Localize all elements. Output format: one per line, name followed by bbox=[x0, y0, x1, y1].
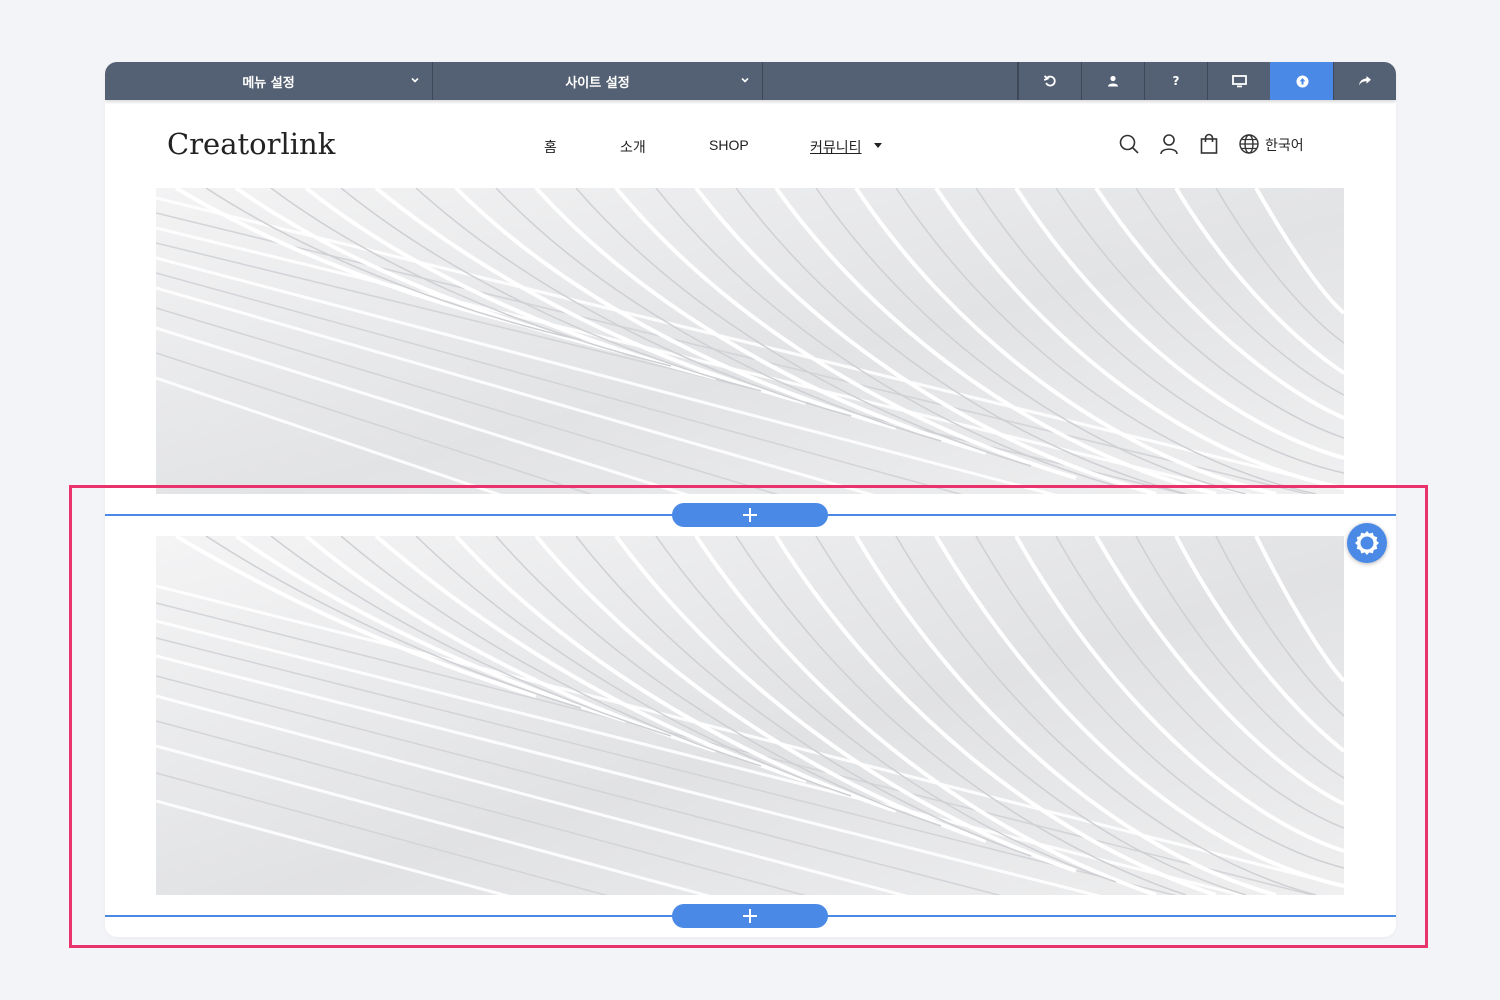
toolbar-spacer bbox=[763, 62, 1018, 100]
language-selector[interactable]: 한국어 bbox=[1265, 135, 1304, 155]
gear-icon bbox=[1355, 531, 1379, 555]
hero-image-top[interactable] bbox=[156, 188, 1344, 494]
menu-settings-label: 메뉴 설정 bbox=[242, 75, 295, 91]
help-icon: ? bbox=[1172, 74, 1180, 88]
abstract-lines-image bbox=[156, 536, 1344, 895]
upload-icon bbox=[1296, 75, 1308, 87]
abstract-lines-image bbox=[156, 188, 1344, 494]
publish-button[interactable] bbox=[1270, 62, 1333, 100]
nav-item-home[interactable]: 홈 bbox=[544, 137, 557, 157]
nav-item-about[interactable]: 소개 bbox=[620, 137, 646, 157]
caret-down-icon bbox=[874, 143, 882, 148]
nav-item-shop[interactable]: SHOP bbox=[709, 137, 749, 153]
account-button[interactable] bbox=[1081, 62, 1144, 100]
share-icon bbox=[1359, 76, 1371, 86]
site-settings-label: 사이트 설정 bbox=[565, 75, 630, 91]
plus-icon bbox=[743, 508, 757, 522]
share-button[interactable] bbox=[1333, 62, 1396, 100]
nav-item-community[interactable]: 커뮤니티 bbox=[810, 137, 862, 157]
search-icon[interactable] bbox=[1118, 133, 1140, 155]
section-settings-button[interactable] bbox=[1347, 523, 1387, 563]
editor-toolbar: 메뉴 설정 사이트 설정 ? bbox=[105, 62, 1396, 100]
editor-canvas: 메뉴 설정 사이트 설정 ? Creatorlink 홈 소개 SHOP 커뮤니… bbox=[105, 62, 1396, 937]
site-logo[interactable]: Creatorlink bbox=[167, 127, 335, 161]
site-header: Creatorlink 홈 소개 SHOP 커뮤니티 한국어 bbox=[105, 100, 1396, 188]
undo-icon bbox=[1043, 75, 1056, 87]
chevron-down-icon bbox=[741, 77, 749, 83]
add-section-button[interactable] bbox=[672, 904, 828, 928]
hero-image-selected[interactable] bbox=[156, 536, 1344, 895]
cart-icon[interactable] bbox=[1198, 133, 1220, 155]
undo-button[interactable] bbox=[1018, 62, 1081, 100]
preview-button[interactable] bbox=[1207, 62, 1270, 100]
user-icon bbox=[1108, 75, 1118, 87]
globe-icon[interactable] bbox=[1238, 133, 1260, 155]
plus-icon bbox=[743, 909, 757, 923]
chevron-down-icon bbox=[411, 77, 419, 83]
add-section-button[interactable] bbox=[672, 503, 828, 527]
menu-settings-dropdown[interactable]: 메뉴 설정 bbox=[105, 62, 433, 100]
monitor-icon bbox=[1231, 74, 1247, 87]
site-settings-dropdown[interactable]: 사이트 설정 bbox=[433, 62, 763, 100]
user-icon[interactable] bbox=[1158, 133, 1180, 155]
help-button[interactable]: ? bbox=[1144, 62, 1207, 100]
